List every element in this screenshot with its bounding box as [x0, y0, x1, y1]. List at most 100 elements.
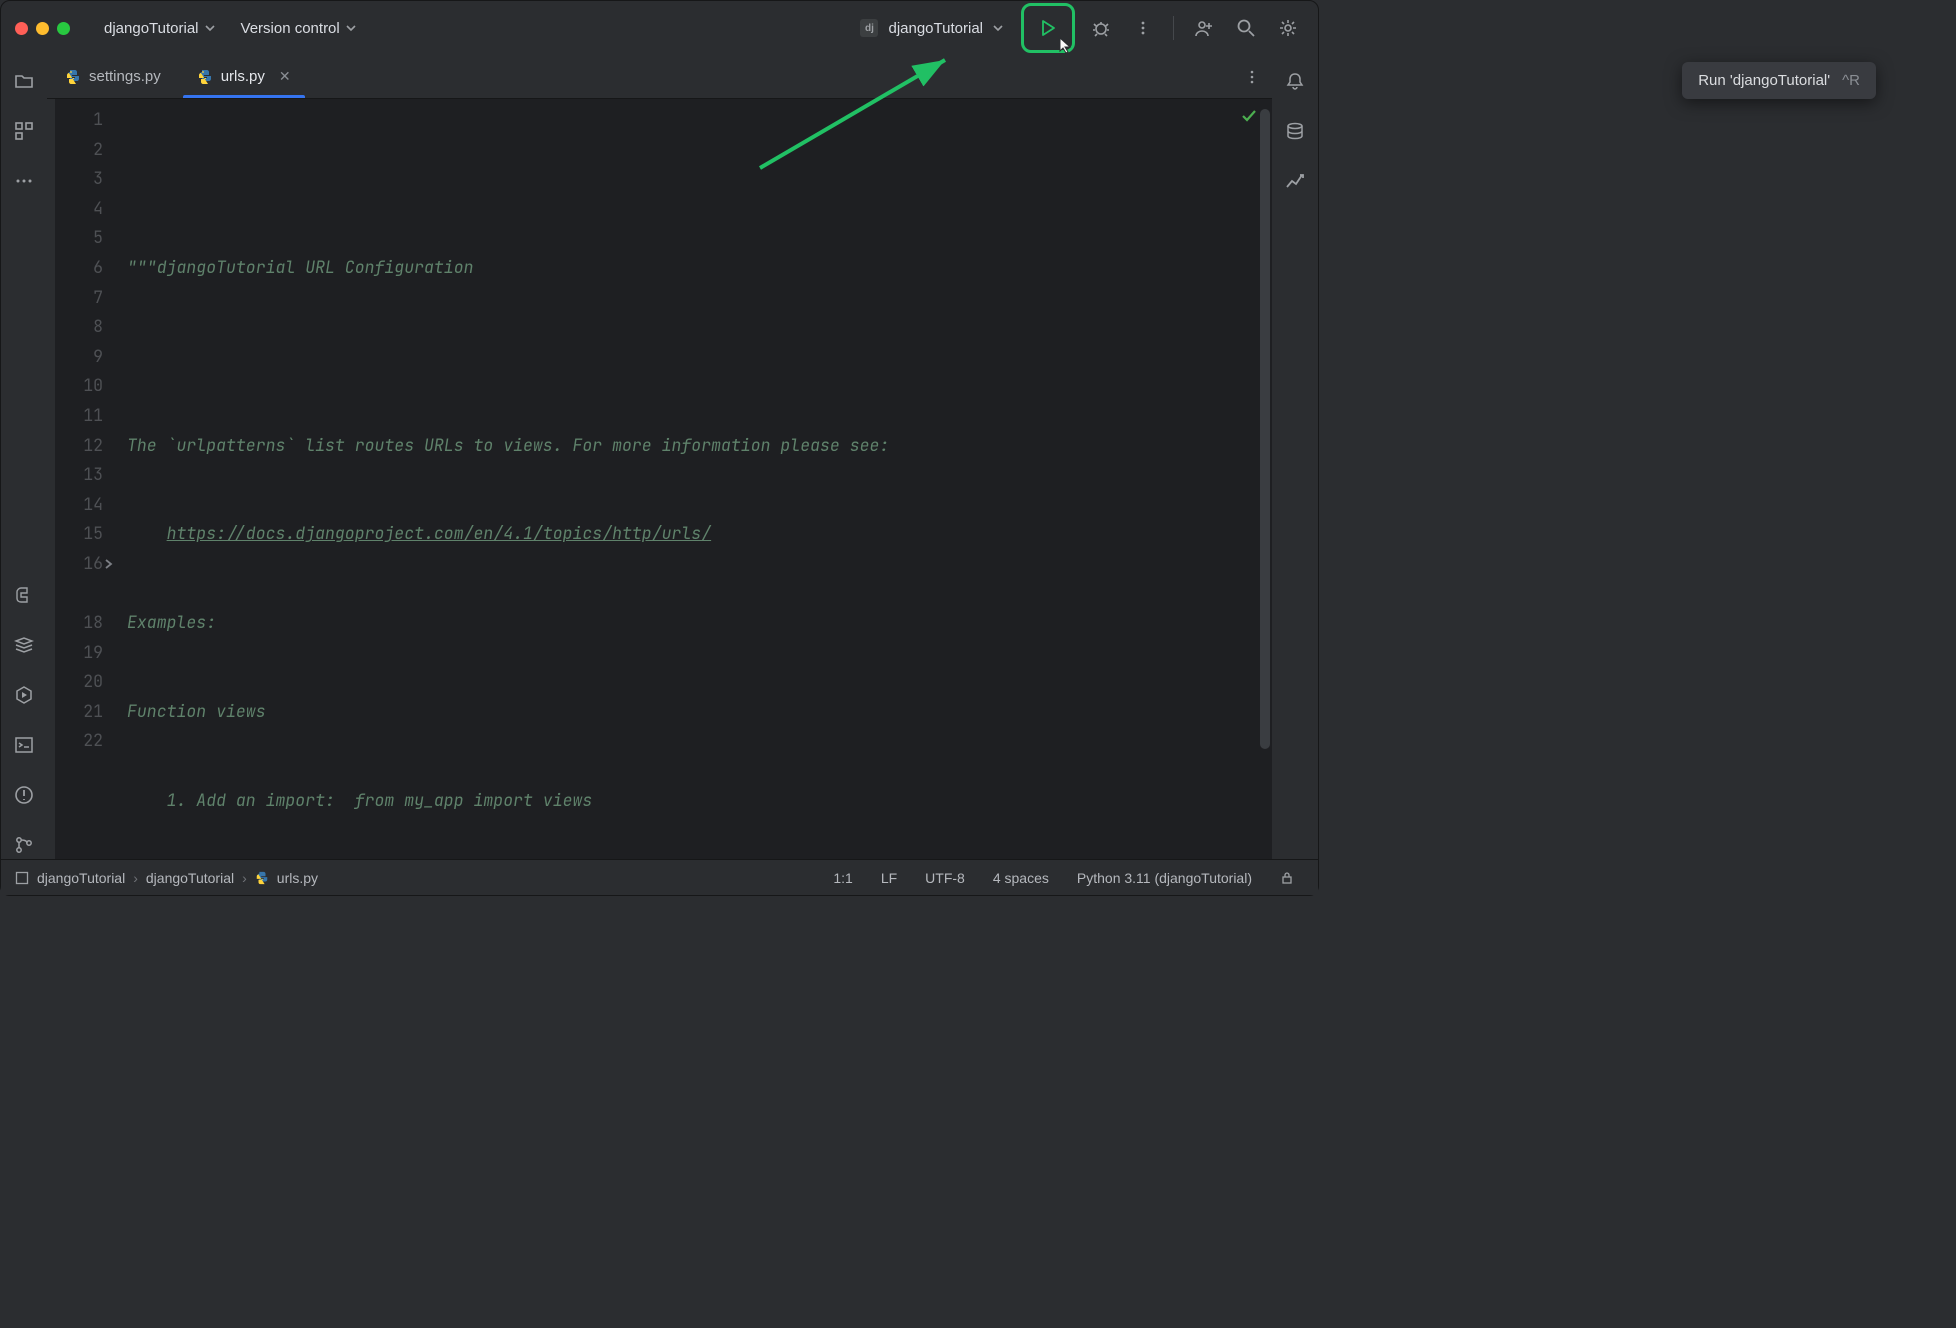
- chevron-right-icon: ›: [133, 870, 138, 886]
- line-number: 8: [55, 312, 103, 342]
- line-number: 4: [55, 194, 103, 224]
- tab-urls-py[interactable]: urls.py ✕: [179, 55, 309, 98]
- close-window-button[interactable]: [15, 22, 28, 35]
- lock-icon: [1280, 871, 1294, 885]
- line-number: 1: [55, 105, 103, 135]
- run-button-highlight: [1021, 3, 1075, 53]
- readonly-toggle[interactable]: [1270, 871, 1304, 885]
- python-file-icon: [255, 871, 269, 885]
- line-number: 11: [55, 401, 103, 431]
- run-config-dropdown[interactable]: dj djangoTutorial: [852, 13, 1011, 43]
- code-area[interactable]: """djangoTutorial URL Configuration The …: [117, 99, 1272, 859]
- structure-toolwindow-button[interactable]: [10, 117, 38, 145]
- database-button[interactable]: [1281, 117, 1309, 145]
- project-dropdown[interactable]: djangoTutorial: [96, 14, 223, 43]
- folder-icon: [14, 71, 34, 91]
- structure-icon: [14, 121, 34, 141]
- code-line: Function views: [127, 697, 1272, 727]
- bell-icon: [1285, 71, 1305, 91]
- window-controls: [15, 22, 70, 35]
- kebab-icon: [1135, 20, 1151, 36]
- line-number: 5: [55, 223, 103, 253]
- line-number: 3: [55, 164, 103, 194]
- code-editor[interactable]: 1 2 3 4 5 6 7 8 9 10 11 12 13 14 15 16 1…: [47, 99, 1272, 859]
- inspection-ok-icon[interactable]: [1240, 107, 1258, 125]
- terminal-button[interactable]: [10, 731, 38, 759]
- editor-tabs: settings.py urls.py ✕: [47, 55, 1272, 99]
- maximize-window-button[interactable]: [57, 22, 70, 35]
- line-number: 10: [55, 371, 103, 401]
- minimize-window-button[interactable]: [36, 22, 49, 35]
- more-toolwindows-button[interactable]: [10, 167, 38, 195]
- settings-button[interactable]: [1272, 12, 1304, 44]
- statusbar: djangoTutorial › djangoTutorial › urls.p…: [1, 859, 1318, 895]
- gear-icon: [1278, 18, 1298, 38]
- breadcrumb-segment: djangoTutorial: [37, 870, 125, 886]
- code-with-me-button[interactable]: [1188, 12, 1220, 44]
- line-number: 18: [55, 608, 103, 638]
- tab-settings-py[interactable]: settings.py: [47, 55, 179, 98]
- fold-chevron-icon[interactable]: [103, 558, 115, 570]
- line-number: 19: [55, 638, 103, 668]
- interpreter[interactable]: Python 3.11 (djangoTutorial): [1067, 870, 1262, 886]
- more-run-actions[interactable]: [1127, 12, 1159, 44]
- cursor-position[interactable]: 1:1: [823, 870, 862, 886]
- debug-button[interactable]: [1085, 12, 1117, 44]
- chevron-down-icon: [205, 23, 215, 33]
- services-button[interactable]: [10, 681, 38, 709]
- separator: [1173, 16, 1174, 40]
- branch-icon: [14, 835, 34, 855]
- gutter[interactable]: 1 2 3 4 5 6 7 8 9 10 11 12 13 14 15 16 1…: [55, 99, 117, 859]
- right-toolbar: [1272, 55, 1318, 859]
- chevron-down-icon: [346, 23, 356, 33]
- close-tab-button[interactable]: ✕: [279, 68, 291, 85]
- code-line: """djangoTutorial URL Configuration: [127, 253, 1272, 283]
- cursor-icon: [1058, 36, 1076, 54]
- python-packages-button[interactable]: [10, 631, 38, 659]
- line-number: 12: [55, 431, 103, 461]
- project-name-label: djangoTutorial: [104, 20, 199, 37]
- django-icon: dj: [860, 19, 878, 37]
- line-number: 20: [55, 667, 103, 697]
- tab-label: urls.py: [221, 68, 265, 85]
- chart-line-icon: [1285, 171, 1305, 191]
- warning-circle-icon: [14, 785, 34, 805]
- code-line: https://docs.djangoproject.com/en/4.1/to…: [127, 519, 1272, 549]
- line-number: 14: [55, 490, 103, 520]
- project-toolwindow-button[interactable]: [10, 67, 38, 95]
- line-number: 21: [55, 697, 103, 727]
- problems-button[interactable]: [10, 781, 38, 809]
- python-console-button[interactable]: [10, 581, 38, 609]
- code-line: [127, 342, 1272, 372]
- indent-setting[interactable]: 4 spaces: [983, 870, 1059, 886]
- breadcrumb[interactable]: djangoTutorial › djangoTutorial › urls.p…: [15, 870, 318, 886]
- code-line: 1. Add an import: from my_app import vie…: [127, 786, 1272, 816]
- file-encoding[interactable]: UTF-8: [915, 870, 975, 886]
- terminal-icon: [14, 735, 34, 755]
- endpoints-button[interactable]: [1281, 167, 1309, 195]
- code-line: The `urlpatterns` list routes URLs to vi…: [127, 431, 1272, 461]
- chevron-right-icon: ›: [242, 870, 247, 886]
- person-plus-icon: [1194, 18, 1214, 38]
- python-file-icon: [65, 69, 81, 85]
- scrollbar-thumb[interactable]: [1260, 109, 1270, 749]
- chevron-down-icon: [993, 23, 1003, 33]
- ellipsis-icon: [14, 177, 34, 185]
- line-number: 15: [55, 519, 103, 549]
- line-number: 22: [55, 726, 103, 756]
- code-line: Examples:: [127, 608, 1272, 638]
- database-icon: [1285, 121, 1305, 141]
- search-icon: [1236, 18, 1256, 38]
- stack-icon: [14, 635, 34, 655]
- search-button[interactable]: [1230, 12, 1262, 44]
- titlebar: djangoTutorial Version control dj django…: [1, 1, 1318, 55]
- notifications-button[interactable]: [1281, 67, 1309, 95]
- run-tooltip: Run 'djangoTutorial' ^R: [1682, 62, 1876, 99]
- breadcrumb-segment: djangoTutorial: [146, 870, 234, 886]
- vcs-dropdown[interactable]: Version control: [233, 14, 364, 43]
- vcs-toolwindow-button[interactable]: [10, 831, 38, 859]
- line-number: 9: [55, 342, 103, 372]
- line-separator[interactable]: LF: [871, 870, 907, 886]
- tabs-more-button[interactable]: [1232, 55, 1272, 98]
- module-icon: [15, 871, 29, 885]
